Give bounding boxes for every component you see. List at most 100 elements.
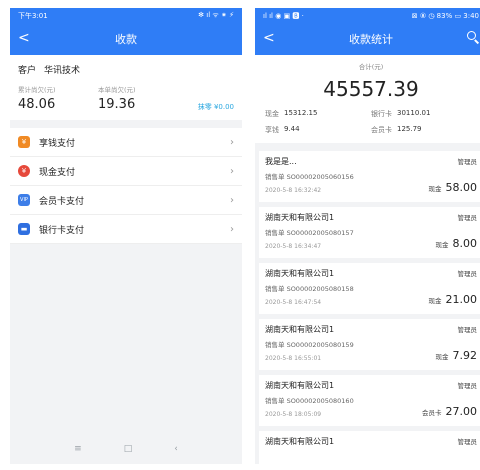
record-customer: 湖南天和有限公司1 xyxy=(265,381,335,390)
record-order-number: 销售单 SO00002005080160 xyxy=(265,397,354,405)
record-order-number: 销售单 SO00002005080158 xyxy=(265,285,354,293)
back-icon[interactable]: < xyxy=(263,30,275,46)
bank-card-icon: ▬ xyxy=(18,223,30,235)
record-customer: 湖南天和有限公司1 xyxy=(265,437,335,446)
breakdown-key: 会员卡 xyxy=(371,126,392,134)
breakdown-key: 银行卡 xyxy=(371,110,392,118)
payment-method-list: ¥ 享钱支付 › ¥ 现金支付 › VIP 会员卡支付 › ▬ 银行卡支付 › xyxy=(10,128,242,244)
payment-method-label: 会员卡支付 xyxy=(39,196,85,207)
record-operator: 管理员 xyxy=(457,270,478,278)
payment-record-list: 我是是... 管理员 销售单 SO00002005060156 2020-5-8… xyxy=(255,151,480,464)
record-customer: 湖南天和有限公司1 xyxy=(265,269,335,278)
record-amount: 21.00 xyxy=(445,293,478,306)
customer-row: 客户 华讯技术 xyxy=(18,63,234,76)
status-icons-left: ıl ıl ◉ ▣ 🅱 · xyxy=(263,11,304,20)
back-nav-icon[interactable]: ‹ xyxy=(174,444,178,454)
cash-icon: ¥ xyxy=(18,165,30,177)
record-operator: 管理员 xyxy=(457,326,478,334)
current-owed-value: 19.36 xyxy=(98,97,136,112)
customer-label: 客户 xyxy=(18,66,37,76)
record-payment: 现金 7.92 xyxy=(436,349,478,362)
payment-method-label: 享钱支付 xyxy=(39,138,76,149)
record-method: 现金 xyxy=(428,297,442,305)
list-item[interactable]: 湖南天和有限公司1 管理员 销售单 SO00002005080157 2020-… xyxy=(259,207,480,258)
list-item[interactable]: 湖南天和有限公司1 管理员 xyxy=(259,431,480,464)
chevron-right-icon: › xyxy=(230,165,234,177)
payment-summary: 客户 华讯技术 累计尚欠(元) 48.06 本单尚欠(元) 19.36 抹零 ¥… xyxy=(10,55,242,120)
payment-screen: 下午3:01 ✻ ıl ᯤ ⁕ ⚡ < 收款 客户 华讯技术 累计尚欠(元) 4… xyxy=(10,8,242,464)
breakdown-item: 现金 15312.15 xyxy=(265,109,371,119)
record-customer: 我是是... xyxy=(265,157,297,166)
current-owed-label: 本单尚欠(元) xyxy=(98,86,136,94)
piggy-bank-icon: ¥ xyxy=(18,136,30,148)
record-method: 现金 xyxy=(428,185,442,193)
list-item[interactable]: 湖南天和有限公司1 管理员 销售单 SO00002005080160 2020-… xyxy=(259,375,480,426)
record-order-number: 销售单 SO00002005080159 xyxy=(265,341,354,349)
list-item[interactable]: 湖南天和有限公司1 管理员 销售单 SO00002005080158 2020-… xyxy=(259,263,480,314)
record-method: 现金 xyxy=(435,241,449,249)
page-title: 收款 xyxy=(115,33,137,46)
vip-card-icon: VIP xyxy=(18,194,30,206)
record-method: 会员卡 xyxy=(422,409,442,417)
payment-method-item[interactable]: VIP 会员卡支付 › xyxy=(10,186,242,215)
payment-breakdown: 现金 15312.15 银行卡 30110.01 享钱 9.44 会员卡 125… xyxy=(255,105,480,143)
accumulated-owed-value: 48.06 xyxy=(18,97,56,112)
payment-method-label: 银行卡支付 xyxy=(39,225,85,236)
record-customer: 湖南天和有限公司1 xyxy=(265,213,335,222)
payment-method-item[interactable]: ¥ 现金支付 › xyxy=(10,157,242,186)
record-payment: 现金 58.00 xyxy=(429,181,478,194)
chevron-right-icon: › xyxy=(230,194,234,206)
breakdown-item: 享钱 9.44 xyxy=(265,125,371,135)
record-operator: 管理员 xyxy=(457,158,478,166)
record-customer: 湖南天和有限公司1 xyxy=(265,325,335,334)
total-value: 45557.39 xyxy=(323,77,419,101)
record-amount: 7.92 xyxy=(452,349,478,362)
record-amount: 58.00 xyxy=(445,181,478,194)
amounts-row: 累计尚欠(元) 48.06 本单尚欠(元) 19.36 抹零 ¥0.00 xyxy=(18,84,234,112)
payment-method-item[interactable]: ▬ 银行卡支付 › xyxy=(10,215,242,244)
status-icons-right: ⊠ ⑧ ◷ 83% ▭ 3:40 xyxy=(411,11,479,20)
breakdown-value: 30110.01 xyxy=(397,109,431,117)
status-bar: ıl ıl ◉ ▣ 🅱 · ⊠ ⑧ ◷ 83% ▭ 3:40 xyxy=(255,8,480,23)
breakdown-value: 15312.15 xyxy=(284,109,318,117)
round-off-link[interactable]: 抹零 ¥0.00 xyxy=(198,102,234,112)
search-icon[interactable] xyxy=(467,31,480,44)
status-icons: ✻ ıl ᯤ ⁕ ⚡ xyxy=(198,11,234,19)
total-label: 合计(元) xyxy=(358,63,384,71)
payment-method-label: 现金支付 xyxy=(39,167,76,178)
customer-name: 华讯技术 xyxy=(44,66,81,76)
breakdown-value: 125.79 xyxy=(397,125,422,133)
record-order-number: 销售单 SO00002005080157 xyxy=(265,229,354,237)
record-operator: 管理员 xyxy=(457,382,478,390)
payment-method-item[interactable]: ¥ 享钱支付 › xyxy=(10,128,242,157)
system-nav-bar: ≡ □ ‹ xyxy=(10,444,242,454)
record-payment: 现金 21.00 xyxy=(429,293,478,306)
nav-bar: < 收款 xyxy=(10,23,242,55)
total-panel: 合计(元) 45557.39 xyxy=(255,55,480,105)
status-time: 下午3:01 xyxy=(18,11,48,20)
record-amount: 27.00 xyxy=(445,405,478,418)
breakdown-item: 银行卡 30110.01 xyxy=(371,109,477,119)
back-icon[interactable]: < xyxy=(18,30,30,46)
chevron-right-icon: › xyxy=(230,223,234,235)
record-payment: 现金 8.00 xyxy=(436,237,478,250)
breakdown-item: 会员卡 125.79 xyxy=(371,125,477,135)
menu-icon[interactable]: ≡ xyxy=(74,444,82,454)
breakdown-key: 现金 xyxy=(265,110,279,118)
record-method: 现金 xyxy=(435,353,449,361)
accumulated-owed-label: 累计尚欠(元) xyxy=(18,86,56,94)
chevron-right-icon: › xyxy=(230,136,234,148)
list-item[interactable]: 湖南天和有限公司1 管理员 销售单 SO00002005080159 2020-… xyxy=(259,319,480,370)
nav-bar: < 收款统计 xyxy=(255,23,480,55)
status-bar: 下午3:01 ✻ ıl ᯤ ⁕ ⚡ xyxy=(10,8,242,23)
record-operator: 管理员 xyxy=(457,214,478,222)
current-owed: 本单尚欠(元) 19.36 xyxy=(98,84,178,112)
record-order-number: 销售单 SO00002005060156 xyxy=(265,173,354,181)
record-amount: 8.00 xyxy=(452,237,478,250)
home-icon[interactable]: □ xyxy=(124,444,133,454)
record-operator: 管理员 xyxy=(457,438,478,446)
list-item[interactable]: 我是是... 管理员 销售单 SO00002005060156 2020-5-8… xyxy=(259,151,480,202)
accumulated-owed: 累计尚欠(元) 48.06 xyxy=(18,84,98,112)
page-title: 收款统计 xyxy=(349,33,393,46)
payment-stats-screen: ıl ıl ◉ ▣ 🅱 · ⊠ ⑧ ◷ 83% ▭ 3:40 < 收款统计 合计… xyxy=(255,8,480,464)
